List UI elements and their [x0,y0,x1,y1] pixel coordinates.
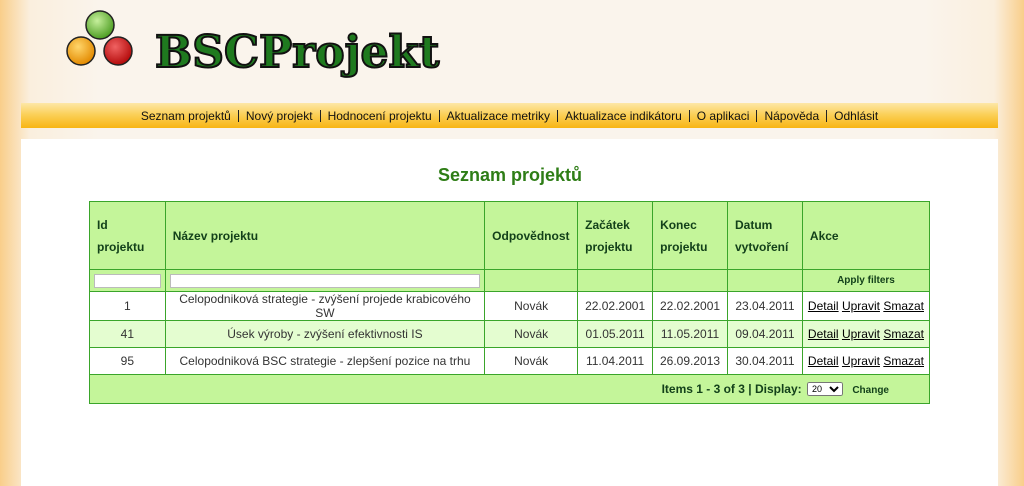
col-header-name[interactable]: Název projektu [164,201,486,270]
menu-item-novy-projekt[interactable]: Nový projekt [239,109,320,123]
menu-item-aktualizace-indikatoru[interactable]: Aktualizace indikátoru [558,109,689,123]
filter-cell [652,269,728,292]
cell-responsibility: Novák [484,320,579,348]
col-header-end[interactable]: Konec projektu [652,201,728,270]
col-header-start[interactable]: Začátek projektu [577,201,654,270]
pagination-row: Items 1 - 3 of 3 | Display: 20 Change [89,374,930,404]
cell-created: 30.04.2011 [726,347,803,375]
filter-cell [89,269,166,292]
cell-created: 09.04.2011 [726,320,803,348]
cell-start: 01.05.2011 [577,320,654,348]
delete-link[interactable]: Smazat [883,299,924,313]
col-header-id[interactable]: Id projektu [89,201,166,270]
cell-end: 11.05.2011 [652,320,728,348]
table-row: 1 Celopodniková strategie - zvýšení proj… [89,291,931,321]
cell-responsibility: Novák [484,347,579,375]
col-header-responsibility[interactable]: Odpovědnost [484,201,579,270]
edit-link[interactable]: Upravit [842,354,880,368]
main-menu: Seznam projektů Nový projekt Hodnocení p… [21,103,998,128]
cell-actions: Detail Upravit Smazat [801,320,931,348]
apply-filters-button[interactable]: Apply filters [801,269,931,292]
menu-item-aktualizace-metriky[interactable]: Aktualizace metriky [440,109,557,123]
menu-item-hodnoceni-projektu[interactable]: Hodnocení projektu [321,109,439,123]
delete-link[interactable]: Smazat [883,354,924,368]
cell-start: 22.02.2001 [577,291,654,321]
cell-start: 11.04.2011 [577,347,654,375]
filter-id-input[interactable] [94,274,161,289]
edit-link[interactable]: Upravit [842,327,880,341]
menu-item-o-aplikaci[interactable]: O aplikaci [690,109,757,123]
menu-item-napoveda[interactable]: Nápověda [757,109,826,123]
menu-item-seznam-projektu[interactable]: Seznam projektů [134,109,238,123]
filter-cell [484,269,579,292]
cell-name: Úsek výroby - zvýšení efektivnosti IS [164,320,486,348]
cell-responsibility: Novák [484,291,579,321]
detail-link[interactable]: Detail [808,327,839,341]
cell-id: 95 [89,347,166,375]
content-panel: Seznam projektů Id projektu Název projek… [21,139,998,486]
projects-table: Id projektu Název projektu Odpovědnost Z… [89,201,931,404]
cell-name: Celopodniková BSC strategie - zlepšení p… [164,347,486,375]
cell-end: 26.09.2013 [652,347,728,375]
detail-link[interactable]: Detail [808,299,839,313]
pagination-info: Items 1 - 3 of 3 | Display: [661,381,802,396]
detail-link[interactable]: Detail [808,354,839,368]
filter-name-input[interactable] [169,274,481,289]
filter-row: Apply filters [89,269,931,292]
col-header-actions: Akce [801,201,931,270]
change-button[interactable]: Change [852,385,889,396]
page-title: Seznam projektů [437,165,583,185]
pagination-cell: Items 1 - 3 of 3 | Display: 20 Change [89,374,930,404]
cell-created: 23.04.2011 [726,291,803,321]
cell-actions: Detail Upravit Smazat [801,291,931,321]
filter-cell [577,269,654,292]
filter-cell [164,269,486,292]
cell-id: 41 [89,320,166,348]
edit-link[interactable]: Upravit [842,299,880,313]
cell-end: 22.02.2001 [652,291,728,321]
cell-actions: Detail Upravit Smazat [801,347,931,375]
cell-id: 1 [89,291,166,321]
table-row: 95 Celopodniková BSC strategie - zlepšen… [89,347,931,375]
display-count-select[interactable]: 20 [806,382,843,397]
table-row: 41 Úsek výroby - zvýšení efektivnosti IS… [89,320,931,348]
delete-link[interactable]: Smazat [883,327,924,341]
logo-text: BSCProjekt [154,26,440,79]
menu-item-odhlasit[interactable]: Odhlásit [827,109,885,123]
col-header-created[interactable]: Datum vytvoření [726,201,803,270]
filter-cell [726,269,803,292]
cell-name: Celopodniková strategie - zvýšení projed… [164,291,486,321]
logo-circles-icon [66,10,133,66]
